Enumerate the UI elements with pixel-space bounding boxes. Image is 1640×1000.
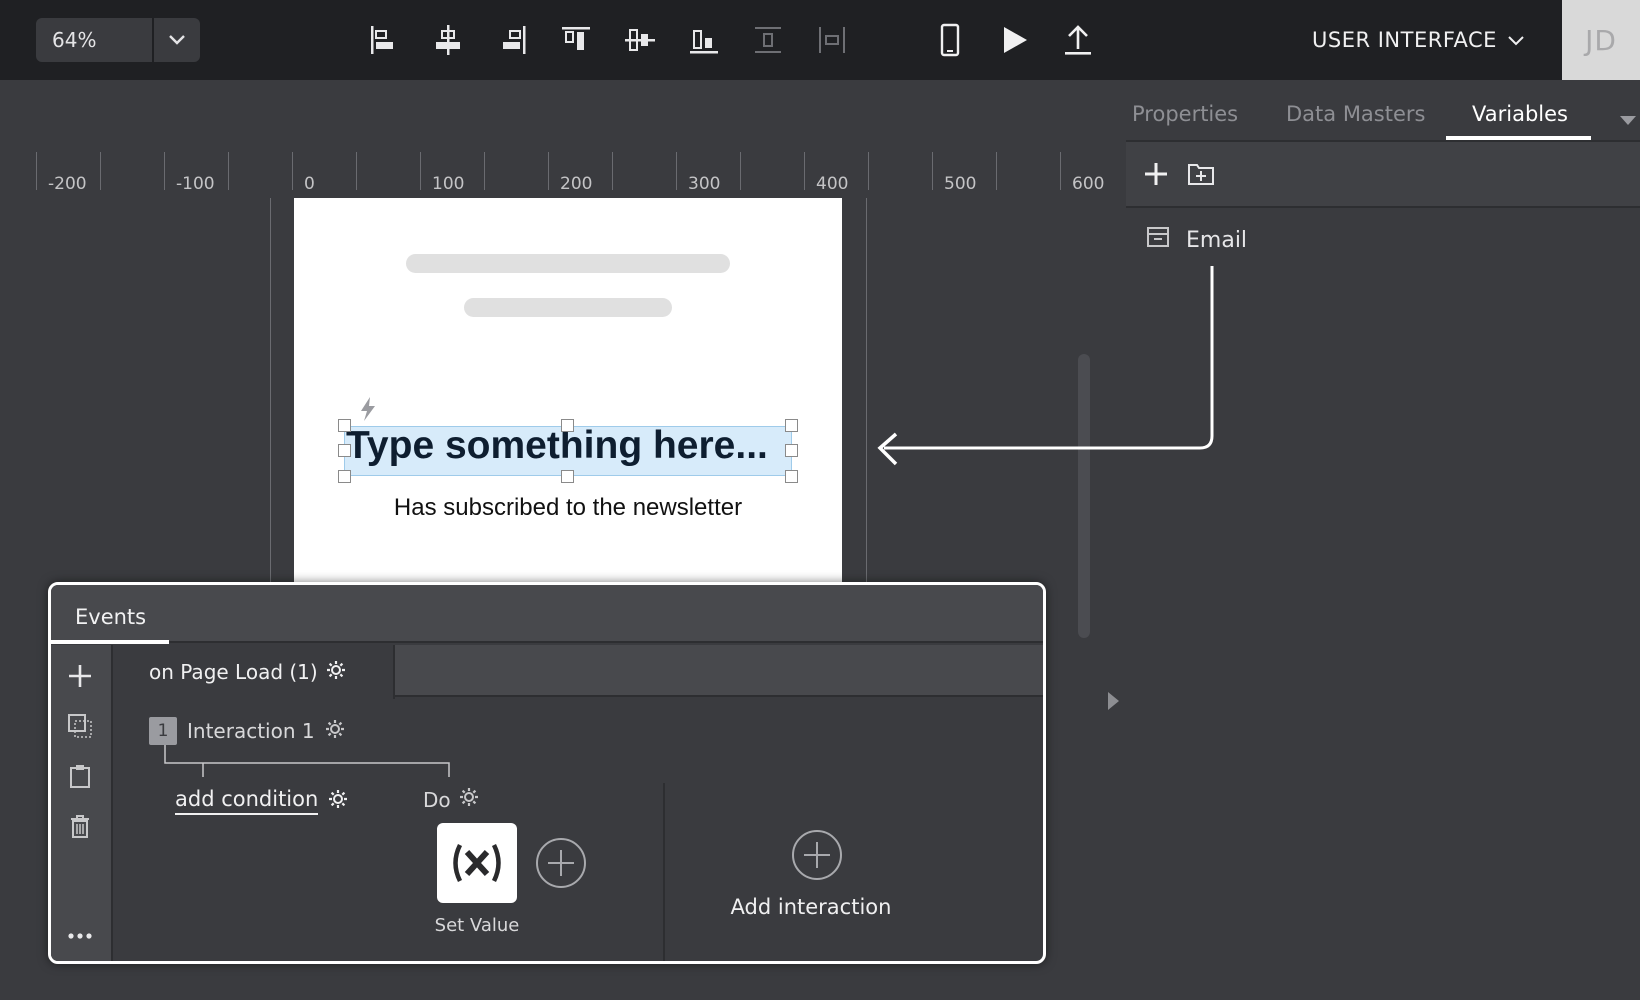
do-label-row: Do (423, 787, 479, 812)
avatar[interactable]: JD (1562, 0, 1640, 80)
set-value-action[interactable] (437, 823, 517, 903)
ruler-tick (868, 152, 869, 190)
ruler-tick (484, 152, 485, 190)
chevron-down-icon[interactable] (154, 34, 200, 46)
zoom-dropdown[interactable]: 64% (36, 18, 200, 62)
resize-handle[interactable] (561, 419, 574, 432)
ruler-tick (228, 152, 229, 190)
ruler-label: 100 (432, 174, 465, 194)
resize-handle[interactable] (338, 444, 351, 457)
ruler-label: -200 (48, 174, 87, 194)
ruler-tick (612, 152, 613, 190)
variable-name: Email (1186, 227, 1248, 253)
device-icon[interactable] (930, 20, 970, 60)
user-interface-menu[interactable]: USER INTERFACE (1312, 24, 1525, 56)
align-bottom-icon[interactable] (684, 20, 724, 60)
tab-variables[interactable]: Variables (1472, 102, 1568, 126)
ruler-tick (292, 152, 293, 190)
canvas-scrollbar[interactable] (1078, 354, 1090, 638)
align-middle-icon[interactable] (620, 20, 660, 60)
align-center-icon[interactable] (428, 20, 468, 60)
resize-handle[interactable] (338, 470, 351, 483)
top-toolbar: 64% USER INTERFACE JD (0, 0, 1640, 80)
guide-line-right (866, 198, 867, 583)
ruler-tick (804, 152, 805, 190)
ruler-tick (932, 152, 933, 190)
placeholder-bar (406, 254, 730, 273)
guide-line-left (270, 198, 271, 583)
ruler-tick (740, 152, 741, 190)
add-condition-label: add condition (175, 787, 319, 815)
play-icon[interactable] (994, 20, 1034, 60)
user-interface-label: USER INTERFACE (1312, 28, 1497, 52)
zoom-value: 64% (52, 28, 97, 52)
add-action-icon[interactable] (535, 837, 587, 893)
artboard[interactable] (294, 198, 842, 583)
gear-icon[interactable] (459, 787, 479, 812)
add-condition-link[interactable]: add condition (175, 787, 348, 815)
add-icon[interactable] (1142, 160, 1170, 192)
ruler-tick (356, 152, 357, 190)
active-tab-indicator (1446, 136, 1591, 140)
resize-handle[interactable] (561, 470, 574, 483)
variable-icon (1146, 225, 1170, 255)
add-interaction-icon[interactable] (791, 829, 843, 885)
resize-handle[interactable] (785, 419, 798, 432)
add-folder-icon[interactable] (1186, 160, 1216, 192)
placeholder-bar (464, 298, 672, 317)
events-panel: Events on Page Load (1) 1 Interaction 1 (48, 582, 1046, 964)
ruler-label: 500 (944, 174, 977, 194)
distribute-horizontal-icon[interactable] (812, 20, 852, 60)
ruler-label: 0 (304, 174, 315, 194)
align-right-icon[interactable] (492, 20, 532, 60)
panel-tabs: Properties Data Masters Variables (1126, 80, 1640, 142)
horizontal-ruler: -200 -100 0 100 200 300 400 500 600 (0, 152, 1105, 194)
lightning-icon (358, 396, 378, 426)
set-value-label: Set Value (434, 915, 520, 936)
tab-data-masters[interactable]: Data Masters (1286, 102, 1425, 126)
panel-dropdown-icon[interactable] (1620, 116, 1636, 125)
ruler-tick (996, 152, 997, 190)
variable-item[interactable]: Email (1146, 222, 1247, 258)
ruler-tick (36, 152, 37, 190)
export-icon[interactable] (1058, 20, 1098, 60)
resize-handle[interactable] (338, 419, 351, 432)
ruler-tick (164, 152, 165, 190)
right-panel: Properties Data Masters Variables Email (1126, 80, 1640, 1000)
ruler-tick (420, 152, 421, 190)
align-left-icon[interactable] (364, 20, 404, 60)
resize-handle[interactable] (785, 470, 798, 483)
ruler-label: -100 (176, 174, 215, 194)
distribute-vertical-icon[interactable] (748, 20, 788, 60)
tab-properties[interactable]: Properties (1132, 102, 1238, 126)
ruler-label: 300 (688, 174, 721, 194)
ruler-tick (548, 152, 549, 190)
ruler-tick (100, 152, 101, 190)
ruler-tick (676, 152, 677, 190)
resize-handle[interactable] (785, 444, 798, 457)
align-top-icon[interactable] (556, 20, 596, 60)
ruler-tick (1060, 152, 1061, 190)
gear-icon[interactable] (328, 789, 348, 814)
ruler-label: 200 (560, 174, 593, 194)
variable-function-icon (453, 843, 501, 883)
chevron-down-icon (1507, 28, 1525, 52)
do-label: Do (423, 787, 451, 812)
ruler-label: 600 (1072, 174, 1105, 194)
collapse-panel-icon[interactable] (1108, 692, 1119, 710)
add-interaction-label[interactable]: Add interaction (711, 895, 911, 919)
events-divider (663, 783, 665, 961)
variables-toolbar (1126, 142, 1640, 208)
ruler-label: 400 (816, 174, 849, 194)
subscribed-label: Has subscribed to the newsletter (393, 494, 743, 521)
